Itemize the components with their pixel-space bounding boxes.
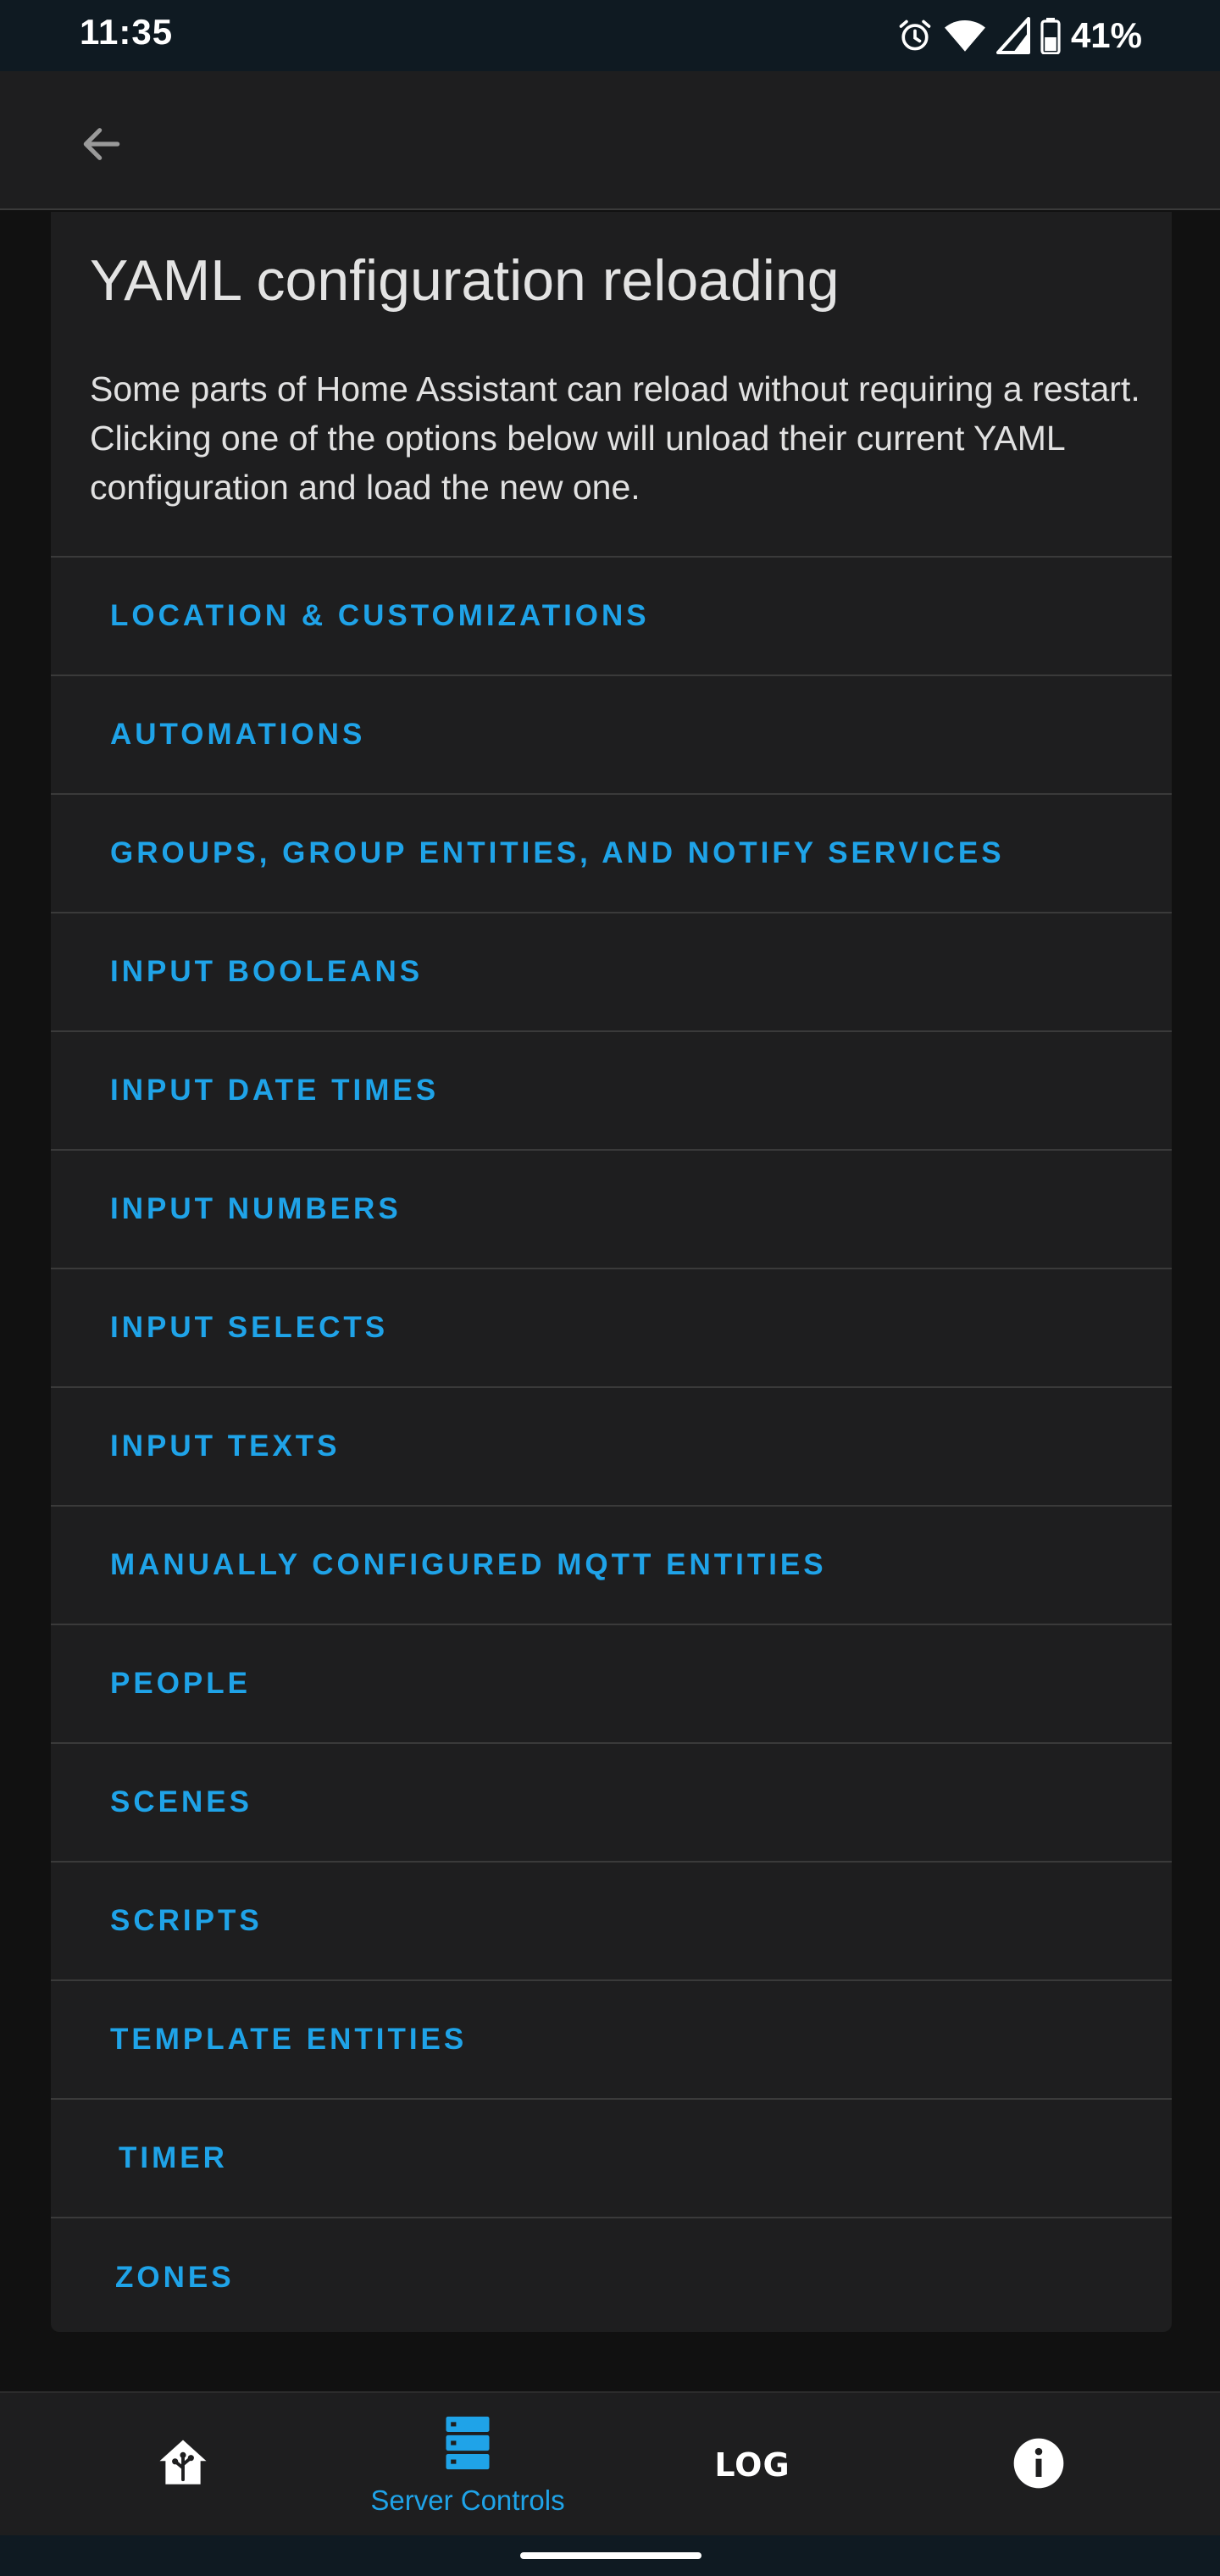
reload-item-label: SCENES bbox=[110, 1785, 252, 1818]
reload-item-label: LOCATION & CUSTOMIZATIONS bbox=[110, 599, 650, 632]
reload-list: LOCATION & CUSTOMIZATIONS AUTOMATIONS GR… bbox=[51, 556, 1172, 2337]
back-button[interactable] bbox=[68, 112, 136, 180]
home-assistant-icon bbox=[155, 2435, 211, 2496]
reload-automations-button[interactable]: AUTOMATIONS bbox=[51, 676, 1172, 795]
reload-item-label: PEOPLE bbox=[110, 1667, 251, 1700]
reload-scripts-button[interactable]: SCRIPTS bbox=[51, 1863, 1172, 1981]
card-title: YAML configuration reloading bbox=[90, 248, 840, 313]
nav-label: Server Controls bbox=[370, 2484, 565, 2516]
nav-info[interactable] bbox=[895, 2393, 1183, 2537]
signal-icon bbox=[995, 17, 1030, 54]
reload-item-label: INPUT BOOLEANS bbox=[110, 955, 424, 988]
reload-groups-button[interactable]: GROUPS, GROUP ENTITIES, AND NOTIFY SERVI… bbox=[51, 795, 1172, 913]
gesture-area bbox=[0, 2535, 1220, 2576]
reload-template-entities-button[interactable]: TEMPLATE ENTITIES bbox=[51, 1981, 1172, 2100]
server-icon bbox=[443, 2414, 492, 2476]
reload-item-label: MANUALLY CONFIGURED MQTT ENTITIES bbox=[110, 1548, 827, 1581]
reload-mqtt-entities-button[interactable]: MANUALLY CONFIGURED MQTT ENTITIES bbox=[51, 1507, 1172, 1625]
info-icon bbox=[1012, 2436, 1066, 2495]
reload-input-texts-button[interactable]: INPUT TEXTS bbox=[51, 1388, 1172, 1507]
reload-item-label: INPUT NUMBERS bbox=[110, 1192, 402, 1225]
gesture-handle[interactable] bbox=[520, 2552, 702, 2559]
log-icon: LOG bbox=[714, 2446, 790, 2484]
battery-icon bbox=[1040, 17, 1061, 54]
reload-item-label: AUTOMATIONS bbox=[110, 718, 366, 751]
reload-item-label: SCRIPTS bbox=[110, 1904, 263, 1937]
arrow-left-icon bbox=[78, 120, 125, 172]
alarm-icon bbox=[896, 17, 934, 54]
bottom-nav: Server Controls LOG bbox=[0, 2391, 1220, 2535]
reload-item-label: ZONES bbox=[115, 2261, 235, 2294]
reload-location-customizations-button[interactable]: LOCATION & CUSTOMIZATIONS bbox=[51, 558, 1172, 676]
app-bar bbox=[0, 71, 1220, 210]
reload-item-label: INPUT DATE TIMES bbox=[110, 1074, 440, 1107]
reload-input-date-times-button[interactable]: INPUT DATE TIMES bbox=[51, 1032, 1172, 1151]
status-time: 11:35 bbox=[80, 12, 174, 52]
reload-item-label: GROUPS, GROUP ENTITIES, AND NOTIFY SERVI… bbox=[110, 836, 1005, 869]
card-description: Some parts of Home Assistant can reload … bbox=[90, 369, 1140, 507]
nav-log[interactable]: LOG bbox=[608, 2393, 896, 2537]
reload-input-selects-button[interactable]: INPUT SELECTS bbox=[51, 1269, 1172, 1388]
reload-input-booleans-button[interactable]: INPUT BOOLEANS bbox=[51, 913, 1172, 1032]
reload-people-button[interactable]: PEOPLE bbox=[51, 1625, 1172, 1744]
reload-item-label: TEMPLATE ENTITIES bbox=[110, 2023, 468, 2056]
reload-input-numbers-button[interactable]: INPUT NUMBERS bbox=[51, 1151, 1172, 1269]
reload-timer-button[interactable]: TIMER bbox=[51, 2100, 1172, 2218]
nav-server-controls[interactable]: Server Controls bbox=[324, 2393, 612, 2537]
battery-percent: 41% bbox=[1070, 15, 1142, 55]
nav-home-assistant[interactable] bbox=[39, 2393, 327, 2537]
reload-scenes-button[interactable]: SCENES bbox=[51, 1744, 1172, 1863]
reload-item-label: INPUT SELECTS bbox=[110, 1311, 389, 1344]
status-icons: 41% bbox=[896, 12, 1142, 59]
reload-item-label: TIMER bbox=[119, 2141, 228, 2174]
wifi-icon bbox=[944, 17, 986, 54]
status-bar: 11:35 41% bbox=[0, 0, 1220, 71]
reload-item-label: INPUT TEXTS bbox=[110, 1430, 341, 1463]
reload-zones-button[interactable]: ZONES bbox=[51, 2218, 1172, 2337]
yaml-reload-card: YAML configuration reloading Some parts … bbox=[51, 212, 1172, 2332]
